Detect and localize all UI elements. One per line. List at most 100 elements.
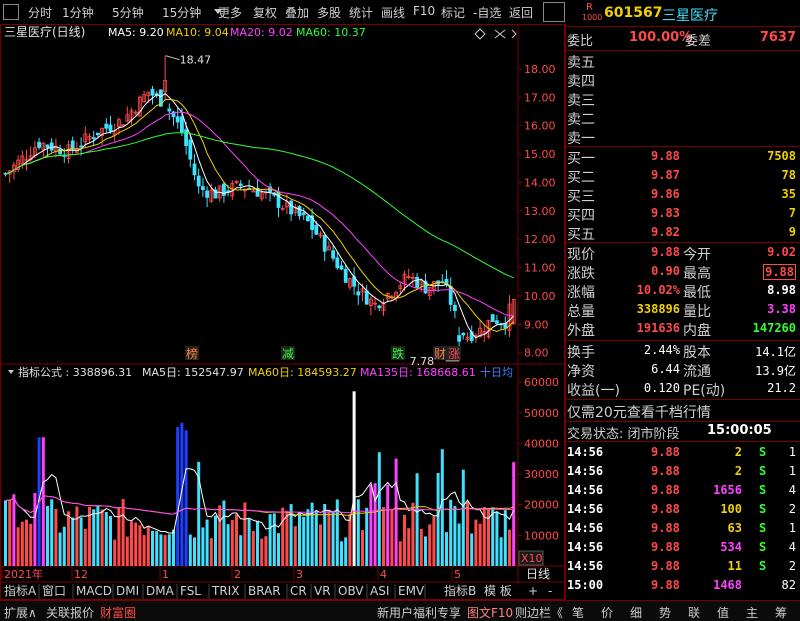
tick-row: 15:00 9.88 1468 82 (567, 577, 798, 595)
buy-row-2[interactable]: 买二 9.87 78 (567, 167, 798, 186)
tick-side: S (759, 502, 767, 516)
chevron-down-icon[interactable] (214, 9, 222, 14)
chart-canvas[interactable]: 三星医疗(日线) MA5: 9.20 MA10: 9.04 MA20: 9.02 MA6… (0, 24, 565, 600)
period-label[interactable]: 日线 (526, 567, 550, 581)
bottom-right-2[interactable]: 细 (630, 604, 642, 621)
tick-time: 15:00 (567, 578, 604, 592)
indicator-tab[interactable]: OBV (338, 584, 364, 598)
indicator-tab-right[interactable]: 指标B (444, 583, 476, 598)
volume-bar (159, 534, 163, 566)
bottom-right-3[interactable]: 势 (659, 604, 671, 621)
volume-tick: 60000 (524, 376, 559, 389)
candle-body (200, 186, 205, 190)
buy-row-5[interactable]: 买五 9.82 9 (567, 224, 798, 243)
bottom-mid-0[interactable]: 新用户福利专享 (377, 604, 461, 621)
stat-label: 量比 (683, 304, 711, 320)
stat-row-3: 总量 338896 量比 3.38 (567, 301, 798, 320)
bottom-mid-2[interactable]: 则边栏《 (515, 604, 563, 621)
chevron-right-icon[interactable] (511, 29, 517, 39)
tick-count: 1 (788, 521, 796, 535)
toolbar-right-7[interactable]: -自选 (473, 4, 501, 21)
stop-icon[interactable] (543, 2, 565, 22)
indicator-tab[interactable]: CR (290, 584, 307, 598)
fund-value: 13.9亿 (755, 364, 796, 378)
toolbar-right-5[interactable]: F10 (413, 4, 435, 18)
indicator-tab-right[interactable]: 模 板 (484, 584, 512, 598)
bottom-right-7[interactable]: 筹 (775, 604, 787, 621)
indicator-tab[interactable]: EMV (398, 584, 425, 598)
bottom-right-5[interactable]: 值 (717, 604, 729, 621)
volume-bar (453, 506, 457, 566)
indicator-tab[interactable]: 指标A (4, 583, 37, 598)
bottom-left-2[interactable]: 财富圈 (100, 604, 136, 621)
indicator-tab[interactable]: TRIX (211, 584, 239, 598)
indicator-tab[interactable]: 窗口 (42, 584, 66, 598)
plus-icon[interactable]: + (528, 584, 538, 598)
minus-icon[interactable]: - (548, 584, 552, 598)
volume-bar (138, 525, 142, 566)
buy-volume: 7508 (767, 149, 796, 163)
volume-bar (239, 535, 243, 566)
toolbar-right-3[interactable]: 统计 (349, 4, 373, 21)
volume-bar (382, 507, 385, 566)
bottom-left-1[interactable]: 关联报价 (46, 604, 94, 621)
triangle-icon[interactable] (8, 370, 14, 374)
indicator-tab[interactable]: DMI (116, 584, 139, 598)
bottom-bar: 扩展∧ 关联报价 财富圈 新用户福利专享 图文F10 则边栏《 笔价细势联值主筹 (0, 600, 800, 621)
toolbar-right-1[interactable]: 叠加 (285, 4, 309, 21)
sell-row-2[interactable]: 卖二 (567, 109, 798, 128)
tick-count: 1 (788, 445, 796, 459)
bottom-left-0[interactable]: 扩展∧ (4, 604, 37, 621)
candle-body (37, 141, 41, 148)
indicator-tab[interactable]: VR (314, 584, 331, 598)
indicator-tab[interactable]: DMA (146, 584, 175, 598)
stock-code[interactable]: 601567 (604, 5, 662, 21)
tick-volume: 2 (734, 445, 742, 459)
buy-row-1[interactable]: 买一 9.88 7508 (567, 148, 798, 167)
toolbar-right-2[interactable]: 多股 (317, 4, 341, 21)
toolbar-3[interactable]: 15分钟 (162, 4, 201, 21)
volume-bar (344, 537, 348, 566)
bottom-right-6[interactable]: 主 (746, 604, 758, 621)
diamond-icon[interactable] (474, 28, 486, 40)
sell-row-1[interactable]: 卖一 (567, 128, 798, 147)
toolbar-right-8[interactable]: 返回 (509, 4, 533, 21)
indicator-tab[interactable]: MACD (76, 584, 112, 598)
indicator-tab[interactable]: BRAR (248, 584, 281, 598)
stock-name[interactable]: 三星医疗 (662, 5, 718, 25)
bottom-right-0[interactable]: 笔 (572, 604, 584, 621)
toolbar-1[interactable]: 1分钟 (62, 4, 94, 21)
event-tag[interactable]: 涨 (448, 346, 460, 361)
volume-bar (461, 469, 465, 566)
buy-row-4[interactable]: 买四 9.83 7 (567, 205, 798, 224)
volume-bar (222, 500, 226, 566)
tick-price: 9.88 (651, 559, 680, 573)
bottom-right-4[interactable]: 联 (688, 604, 700, 621)
toolbar-right-6[interactable]: 标记 (441, 4, 465, 21)
toolbar-2[interactable]: 5分钟 (112, 4, 144, 21)
volume-bar (67, 511, 70, 566)
bottom-right-1[interactable]: 价 (601, 604, 613, 621)
stat-value: 0.90 (651, 264, 680, 278)
sell-row-3[interactable]: 卖三 (567, 90, 798, 109)
event-tag[interactable]: 跌 (392, 346, 404, 361)
sell-row-5[interactable]: 卖五 (567, 52, 798, 71)
sell-row-4[interactable]: 卖四 (567, 71, 798, 90)
candle-body (45, 144, 50, 148)
toolbar-right-0[interactable]: 复权 (253, 4, 277, 21)
event-tag[interactable]: 榜 (186, 346, 198, 361)
indicator-tab[interactable]: ASI (370, 584, 389, 598)
buy-row-3[interactable]: 买三 9.86 35 (567, 186, 798, 205)
toolbar-0[interactable]: 分时 (28, 4, 52, 21)
event-tag[interactable]: 减 (282, 347, 294, 361)
stat-label: 涨幅 (567, 285, 595, 301)
event-tag[interactable]: 财 (434, 347, 446, 361)
stat-label: 今开 (683, 247, 711, 263)
kline-chart[interactable]: 三星医疗(日线) MA5: 9.20 MA10: 9.04 MA20: 9.02 MA6… (0, 24, 565, 600)
bottom-mid-1[interactable]: 图文F10 (467, 604, 513, 621)
buy-label: 买二 (567, 170, 595, 186)
toolbar-right-4[interactable]: 画线 (381, 4, 405, 21)
indicator-tab[interactable]: FSL (180, 584, 201, 598)
close-icon[interactable] (494, 29, 506, 39)
promo-row[interactable]: 仅需20元查看千档行情 (567, 402, 798, 421)
